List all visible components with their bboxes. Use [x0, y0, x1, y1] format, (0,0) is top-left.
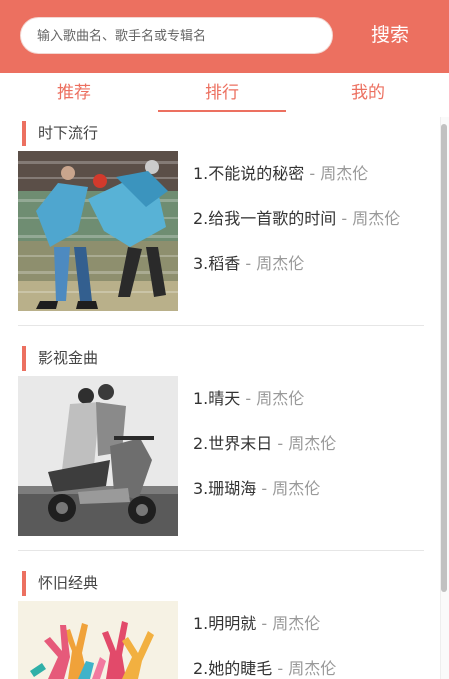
- tab-bar: 推荐 排行 我的: [0, 73, 449, 117]
- song-item[interactable]: 1.明明就 - 周杰伦: [193, 610, 320, 634]
- cover-dancers-image[interactable]: [18, 151, 178, 311]
- section-film-tv: 影视金曲 1.晴天 - 周杰伦 2.世界末日 - 周杰伦 3.珊瑚海 - 周杰伦: [0, 342, 440, 552]
- divider: [18, 325, 424, 326]
- section-title: 时下流行: [38, 124, 99, 142]
- search-box[interactable]: [20, 17, 333, 55]
- scrollbar-thumb[interactable]: [441, 124, 447, 592]
- search-input[interactable]: [35, 18, 324, 55]
- section-trending: 时下流行 1.不能说的秘密 - 周杰伦 2.给我一首歌的时间 - 周杰伦 3.稻…: [0, 117, 440, 327]
- tab-ranking[interactable]: 排行: [158, 73, 286, 113]
- search-button[interactable]: 搜索: [354, 20, 426, 50]
- section-classics: 怀旧经典 1.明明就 - 周杰伦 2.她的睫毛 - 周杰伦: [0, 567, 440, 679]
- song-item[interactable]: 2.给我一首歌的时间 - 周杰伦: [193, 205, 400, 229]
- section-marker: [22, 346, 26, 371]
- song-item[interactable]: 3.珊瑚海 - 周杰伦: [193, 475, 320, 499]
- song-item[interactable]: 2.她的睫毛 - 周杰伦: [193, 655, 336, 679]
- tab-mine[interactable]: 我的: [304, 73, 432, 113]
- divider: [18, 550, 424, 551]
- ranking-list[interactable]: 时下流行 1.不能说的秘密 - 周杰伦 2.给我一首歌的时间 - 周杰伦 3.稻…: [0, 117, 440, 679]
- tab-recommend[interactable]: 推荐: [10, 73, 138, 113]
- song-item[interactable]: 3.稻香 - 周杰伦: [193, 250, 304, 274]
- song-item[interactable]: 1.不能说的秘密 - 周杰伦: [193, 160, 368, 184]
- song-item[interactable]: 2.世界末日 - 周杰伦: [193, 430, 336, 454]
- cover-antler-image[interactable]: [18, 601, 178, 679]
- song-item[interactable]: 1.晴天 - 周杰伦: [193, 385, 304, 409]
- section-title: 怀旧经典: [38, 574, 99, 592]
- tab-active-indicator: [158, 110, 286, 112]
- section-marker: [22, 121, 26, 146]
- section-title: 影视金曲: [38, 349, 99, 367]
- section-marker: [22, 571, 26, 596]
- top-header: 搜索: [0, 0, 449, 73]
- cover-scooter-image[interactable]: [18, 376, 178, 536]
